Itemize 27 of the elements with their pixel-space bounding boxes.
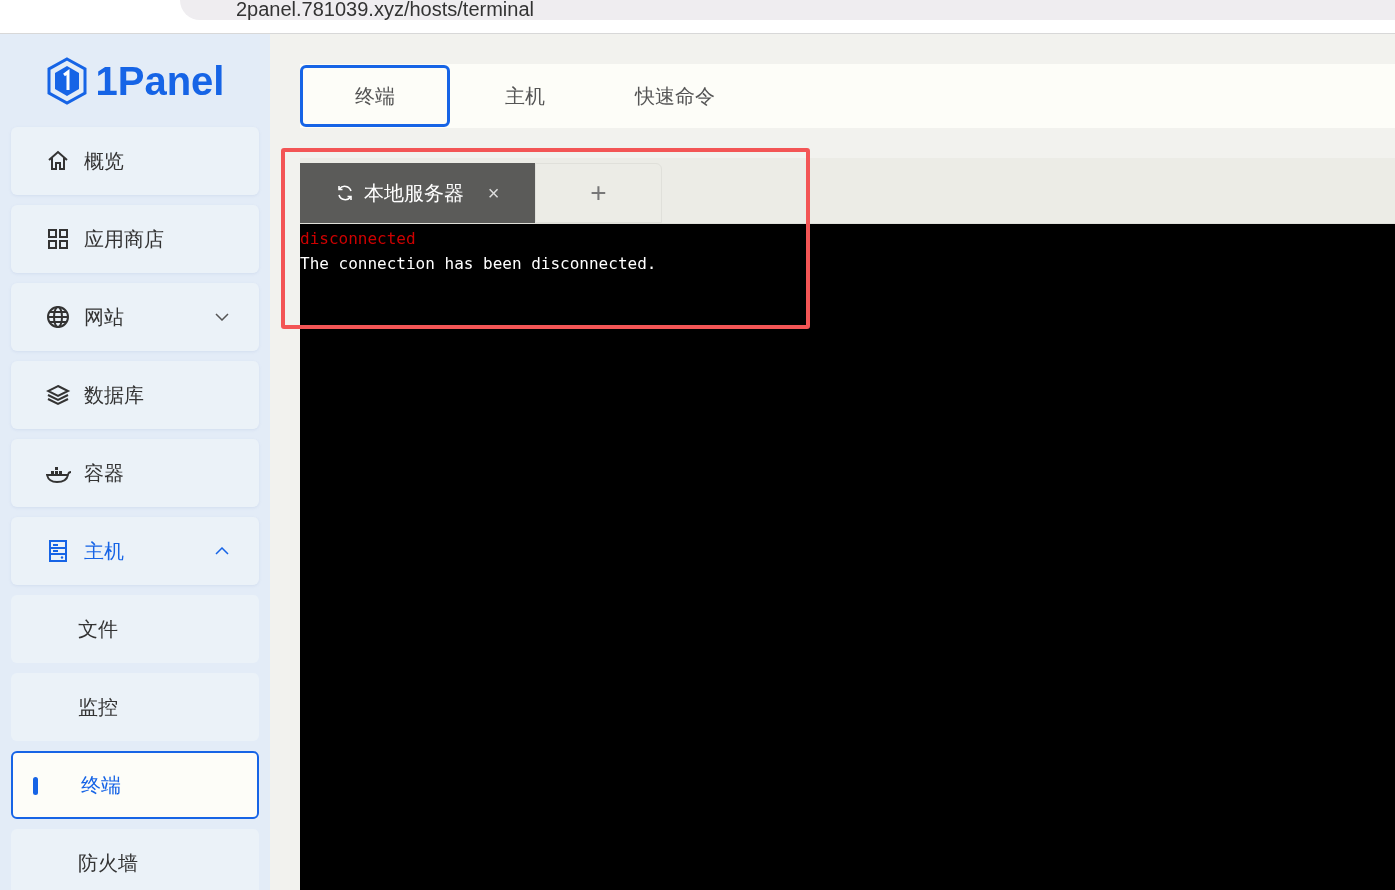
tab[interactable]: 终端 (300, 65, 450, 127)
terminal-line: disconnected (300, 228, 417, 250)
hexagon-logo-icon (45, 56, 88, 105)
sidebar-item[interactable]: 容器 (11, 439, 259, 507)
terminal-line: The connection has been disconnected. (300, 253, 658, 275)
tab[interactable]: 主机 (450, 65, 600, 127)
terminal-tab[interactable]: 本地服务器 × (300, 163, 535, 223)
tab[interactable]: 快速命令 (600, 65, 750, 127)
close-icon[interactable]: × (487, 178, 500, 208)
chevron-down-icon (215, 313, 229, 321)
sidebar-item[interactable]: 概览 (11, 127, 259, 195)
add-tab-button[interactable]: + (535, 163, 662, 223)
sidebar-subitem[interactable]: 监控 (11, 673, 259, 741)
sidebar-subitem[interactable]: 终端 (11, 751, 259, 819)
layers-icon (46, 383, 72, 407)
sidebar-item[interactable]: 主机 (11, 517, 259, 585)
logo-text: 1Panel (95, 60, 225, 101)
chevron-up-icon (215, 547, 229, 555)
sidebar-item[interactable]: 应用商店 (11, 205, 259, 273)
globe-icon (46, 305, 72, 329)
tab-label: 本地服务器 (363, 181, 464, 206)
sidebar-subitem[interactable]: 文件 (11, 595, 259, 663)
refresh-icon[interactable] (335, 184, 354, 202)
terminal-screen[interactable]: disconnected The connection has been disconnected. (300, 224, 1395, 890)
sidebar-subitem[interactable]: 防火墙 (11, 829, 259, 890)
sidebar-item[interactable]: 网站 (11, 283, 259, 351)
sidebar-item[interactable]: 数据库 (11, 361, 259, 429)
